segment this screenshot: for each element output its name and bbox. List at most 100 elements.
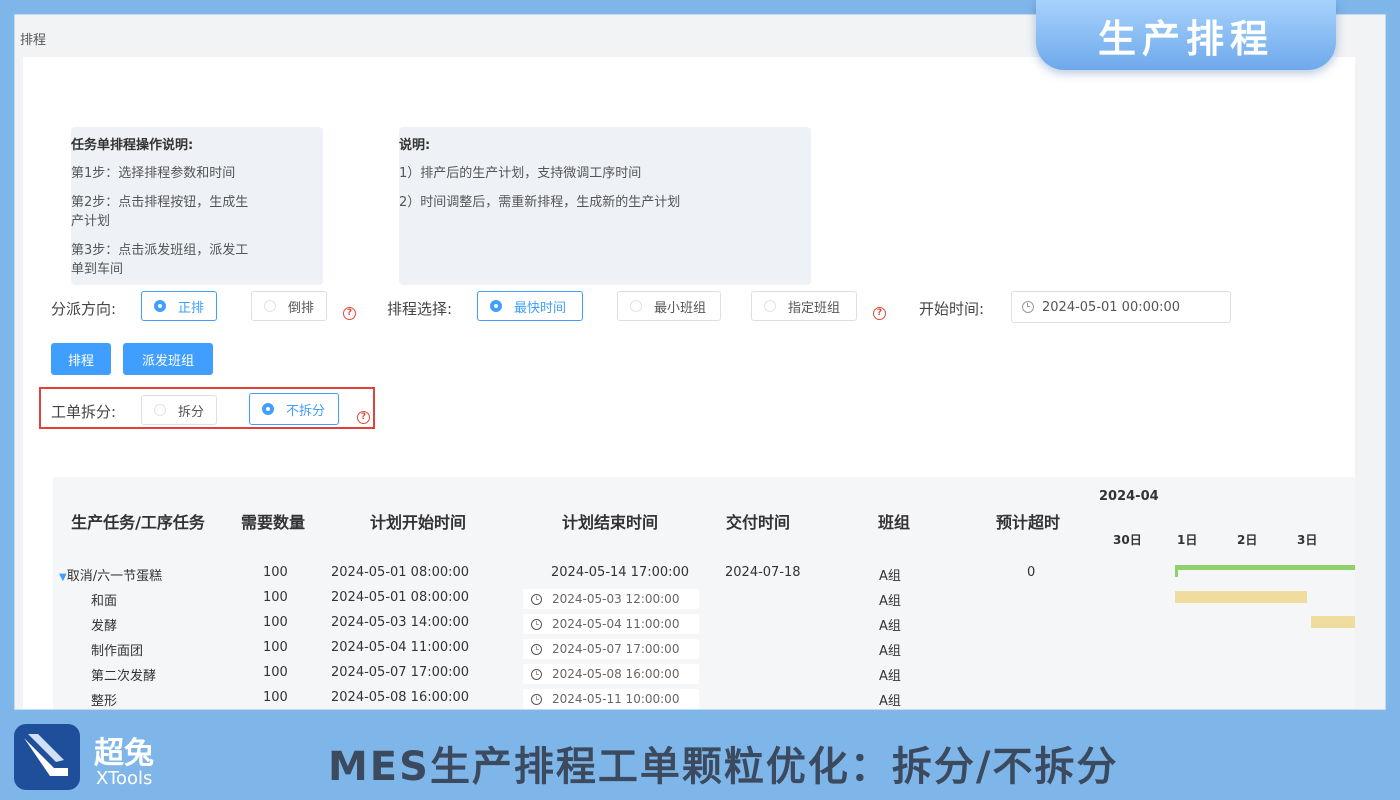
team-cell: A组	[879, 594, 901, 609]
gantt-day: 3日	[1297, 533, 1318, 547]
badge-text: 生产排程	[1097, 16, 1274, 61]
note-item: 1）排产后的生产计划，支持微调工序时间	[399, 166, 642, 181]
schedule-choice-label: 排程选择:	[387, 300, 453, 318]
radio-dot	[490, 300, 502, 312]
task-name: 整形	[91, 694, 118, 709]
breadcrumb: 排程	[20, 33, 47, 48]
gantt-bar[interactable]	[1311, 616, 1355, 628]
app-window: 排程 任务单排程操作说明: 第1步：选择排程参数和时间 第2步：点击排程按钮，生…	[14, 14, 1386, 710]
col-header: 交付时间	[725, 513, 790, 532]
end-cell: 2024-05-14 17:00:00	[551, 565, 690, 580]
no-split-radio[interactable]: 不拆分	[249, 393, 339, 425]
radio-label: 指定班组	[788, 300, 841, 316]
team-cell: A组	[879, 694, 901, 709]
radio-label: 倒排	[288, 300, 315, 316]
radio-label: 拆分	[178, 404, 205, 420]
brand-name: 超兔	[94, 736, 154, 771]
qty-cell: 100	[263, 665, 288, 680]
start-cell: 2024-05-07 17:00:00	[331, 665, 470, 680]
end-time-picker[interactable]: 2024-05-07 17:00:00	[523, 639, 699, 659]
col-header: 班组	[877, 513, 910, 532]
start-cell: 2024-05-08 16:00:00	[331, 690, 470, 705]
col-header: 计划开始时间	[369, 513, 466, 532]
gantt-month: 2024-04	[1099, 489, 1159, 504]
gantt-day: 30日	[1113, 533, 1142, 547]
end-time-picker[interactable]: 2024-05-08 16:00:00	[523, 664, 699, 684]
instructions-card: 任务单排程操作说明: 第1步：选择排程参数和时间 第2步：点击排程按钮，生成生 …	[71, 127, 323, 285]
title-badge: 生产排程	[1036, 0, 1336, 70]
qty-cell: 100	[263, 690, 288, 705]
schedule-button[interactable]: 排程	[51, 343, 111, 375]
radio-dot	[154, 300, 166, 312]
radio-dot	[630, 300, 642, 312]
gantt-bar[interactable]	[1175, 591, 1307, 603]
end-cell: 2024-05-11 10:00:00	[552, 692, 680, 706]
banner-title: MES生产排程工单颗粒优化：拆分/不拆分	[328, 744, 1119, 790]
clock-icon	[531, 693, 542, 705]
expand-toggle[interactable]: ▼取消/六一节蛋糕	[59, 565, 162, 584]
dispatch-label: 分派方向:	[51, 300, 117, 318]
start-cell: 2024-05-04 11:00:00	[331, 640, 470, 655]
qty-cell: 100	[263, 590, 288, 605]
radio-dot	[262, 403, 274, 415]
instruction-step: 第1步：选择排程参数和时间	[71, 166, 236, 181]
radio-label: 正排	[178, 300, 205, 316]
end-cell: 2024-05-08 16:00:00	[552, 667, 680, 681]
clock-icon	[531, 593, 542, 605]
start-time-label: 开始时间:	[919, 300, 985, 318]
radio-label: 不拆分	[286, 403, 326, 419]
schedule-assigned-team-radio[interactable]: 指定班组	[751, 291, 857, 321]
start-cell: 2024-05-01 08:00:00	[331, 565, 470, 580]
team-cell: A组	[879, 569, 901, 584]
end-time-picker[interactable]: 2024-05-03 12:00:00	[523, 589, 699, 609]
qty-cell: 100	[263, 615, 288, 630]
help-icon[interactable]: ?	[343, 307, 356, 320]
gantt-day: 2日	[1237, 533, 1258, 547]
col-header: 预计超时	[995, 513, 1060, 532]
schedule-min-team-radio[interactable]: 最小班组	[617, 291, 721, 321]
rabbit-logo-icon	[24, 734, 68, 776]
task-name: 发酵	[91, 619, 118, 634]
dispatch-forward-radio[interactable]: 正排	[141, 291, 217, 321]
split-radio[interactable]: 拆分	[141, 395, 217, 425]
task-name: 取消/六一节蛋糕	[66, 569, 163, 584]
instructions-title: 任务单排程操作说明:	[71, 138, 194, 153]
dispatch-team-button[interactable]: 派发班组	[123, 343, 213, 375]
team-cell: A组	[879, 669, 901, 684]
delivery-cell: 2024-07-18	[725, 565, 801, 580]
end-time-picker[interactable]: 2024-05-04 11:00:00	[523, 614, 699, 634]
start-cell: 2024-05-03 14:00:00	[331, 615, 470, 630]
radio-dot	[764, 300, 776, 312]
col-header: 需要数量	[240, 513, 305, 532]
clock-icon	[531, 668, 542, 680]
note-item: 2）时间调整后，需重新排程，生成新的生产计划	[399, 195, 681, 210]
gantt-bar-parent-tick	[1175, 565, 1178, 577]
end-cell: 2024-05-04 11:00:00	[552, 617, 680, 631]
qty-cell: 100	[263, 565, 288, 580]
schedule-fastest-radio[interactable]: 最快时间	[477, 291, 583, 321]
start-cell: 2024-05-01 08:00:00	[331, 590, 470, 605]
team-cell: A组	[879, 619, 901, 634]
radio-label: 最小班组	[654, 300, 707, 316]
end-time-picker[interactable]: 2024-05-11 10:00:00	[523, 689, 699, 709]
end-cell: 2024-05-03 12:00:00	[552, 592, 680, 606]
notes-card: 说明: 1）排产后的生产计划，支持微调工序时间 2）时间调整后，需重新排程，生成…	[399, 127, 811, 285]
task-name: 制作面团	[91, 644, 144, 659]
team-cell: A组	[879, 644, 901, 659]
task-name: 第二次发酵	[91, 669, 157, 684]
col-header: 计划结束时间	[561, 513, 658, 532]
dispatch-backward-radio[interactable]: 倒排	[251, 291, 327, 321]
start-time-picker[interactable]: 2024-05-01 00:00:00	[1011, 291, 1231, 323]
task-name: 和面	[91, 594, 118, 609]
help-icon[interactable]: ?	[357, 411, 370, 424]
overtime-cell: 0	[1027, 565, 1036, 580]
help-icon[interactable]: ?	[873, 307, 886, 320]
schedule-table: 生产任务/工序任务 需要数量 计划开始时间 计划结束时间 交付时间 班组 预计超…	[53, 477, 1355, 709]
brand-logo-icon	[14, 724, 80, 790]
radio-label: 最快时间	[514, 300, 567, 316]
clock-icon	[1022, 301, 1034, 313]
clock-icon	[531, 643, 542, 655]
instruction-step: 产计划	[71, 214, 111, 229]
instruction-step: 单到车间	[71, 262, 124, 277]
gantt-bar-parent[interactable]	[1175, 565, 1355, 570]
